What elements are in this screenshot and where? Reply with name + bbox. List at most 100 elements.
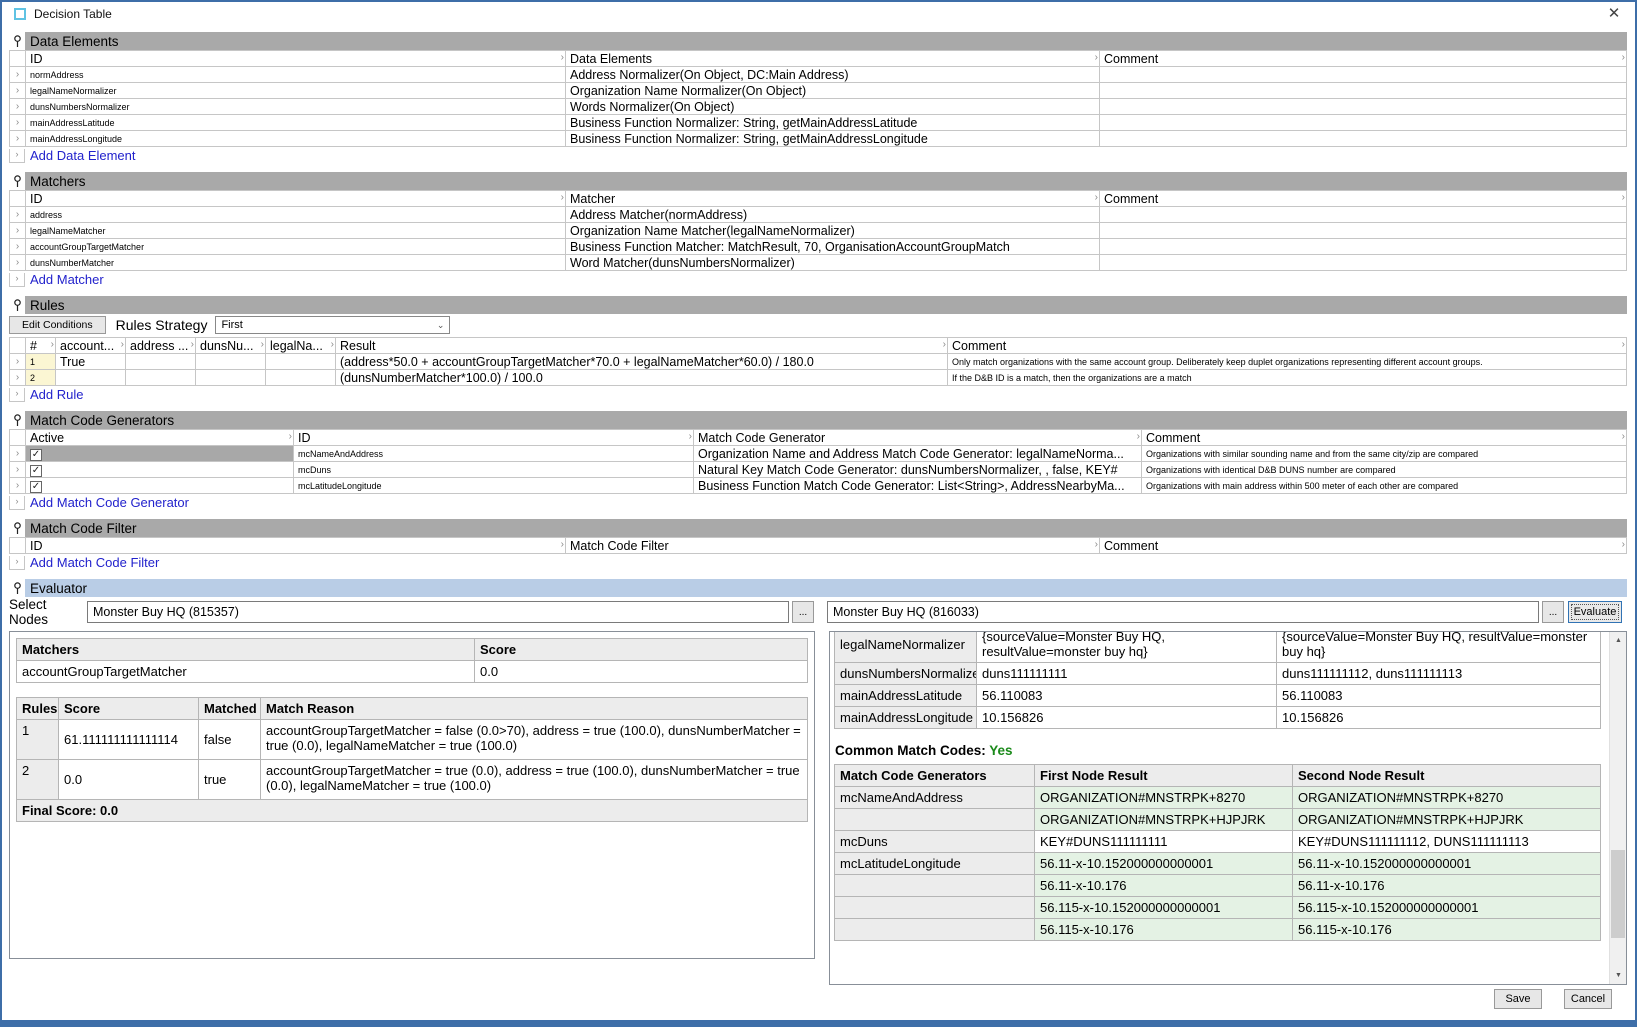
browse-first-node-button[interactable]: ... [792, 601, 814, 623]
cell-comment[interactable] [1100, 67, 1627, 83]
cell-value[interactable]: Address Normalizer(On Object, DC:Main Ad… [566, 67, 1100, 83]
cell-comment[interactable] [1100, 83, 1627, 99]
row-expander-icon[interactable] [10, 67, 26, 83]
cell-result[interactable]: (dunsNumberMatcher*100.0) / 100.0 [336, 370, 948, 386]
cell-id[interactable]: dunsNumberMatcher [26, 255, 566, 271]
row-expander-icon[interactable] [10, 462, 26, 478]
row-expander-icon[interactable] [10, 354, 26, 370]
cell-value[interactable]: Organization Name Normalizer(On Object) [566, 83, 1100, 99]
cell-comment[interactable]: If the D&B ID is a match, then the organ… [948, 370, 1627, 386]
rules-strategy-dropdown[interactable]: First ⌄ [215, 316, 450, 334]
add-match-code-filter-link[interactable]: Add Match Code Filter [30, 555, 159, 570]
col-header-comment[interactable]: Comment› [948, 338, 1627, 354]
col-header-id[interactable]: ID› [26, 191, 566, 207]
col-header-comment[interactable]: Comment› [1100, 538, 1627, 554]
col-header-comment[interactable]: Comment› [1142, 430, 1627, 446]
cell-value[interactable]: Words Normalizer(On Object) [566, 99, 1100, 115]
col-header-comment[interactable]: Comment› [1100, 51, 1627, 67]
cell-comment[interactable]: Organizations with main address within 5… [1142, 478, 1627, 494]
close-icon[interactable]: ✕ [1603, 3, 1625, 25]
active-checkbox[interactable] [30, 449, 42, 461]
scroll-up-icon[interactable]: ▲ [1610, 632, 1627, 649]
row-expander-icon[interactable] [10, 83, 26, 99]
cell-duns[interactable] [196, 370, 266, 386]
cell-value[interactable]: Word Matcher(dunsNumbersNormalizer) [566, 255, 1100, 271]
cell-value[interactable]: Business Function Normalizer: String, ge… [566, 131, 1100, 147]
matchers-header[interactable]: Matchers [9, 172, 1627, 190]
col-header-num[interactable]: #› [26, 338, 56, 354]
edit-conditions-button[interactable]: Edit Conditions [9, 316, 106, 334]
cell-legal[interactable] [266, 354, 336, 370]
cell-id[interactable]: accountGroupTargetMatcher [26, 239, 566, 255]
scroll-down-icon[interactable]: ▼ [1610, 967, 1627, 984]
col-header-active[interactable]: Active› [26, 430, 294, 446]
match-code-generators-header[interactable]: Match Code Generators [9, 411, 1627, 429]
cell-account[interactable]: True [56, 354, 126, 370]
row-expander-icon[interactable] [10, 131, 26, 147]
row-expander-icon[interactable] [10, 99, 26, 115]
cell-comment[interactable] [1100, 223, 1627, 239]
cell-comment[interactable]: Organizations with identical D&B DUNS nu… [1142, 462, 1627, 478]
row-expander-icon[interactable] [10, 478, 26, 494]
active-checkbox[interactable] [30, 481, 42, 493]
row-expander-icon[interactable] [10, 370, 26, 386]
cancel-button[interactable]: Cancel [1564, 989, 1612, 1009]
col-header-id[interactable]: ID› [294, 430, 694, 446]
cell-value[interactable]: Business Function Match Code Generator: … [694, 478, 1142, 494]
cell-active[interactable] [26, 462, 294, 478]
cell-rule-number[interactable]: 2 [26, 370, 56, 386]
cell-comment[interactable] [1100, 99, 1627, 115]
cell-id[interactable]: normAddress [26, 67, 566, 83]
cell-active-selected[interactable] [26, 446, 294, 462]
data-elements-header[interactable]: Data Elements [9, 32, 1627, 50]
cell-address[interactable] [126, 354, 196, 370]
add-match-code-generator-link[interactable]: Add Match Code Generator [30, 495, 189, 510]
row-expander-icon[interactable] [10, 223, 26, 239]
row-expander-icon[interactable] [10, 446, 26, 462]
col-header-value[interactable]: Data Elements› [566, 51, 1100, 67]
cell-id[interactable]: mcLatitudeLongitude [294, 478, 694, 494]
cell-rule-number[interactable]: 1 [26, 354, 56, 370]
col-header-matcher[interactable]: Matcher› [566, 191, 1100, 207]
col-header-address[interactable]: address ...› [126, 338, 196, 354]
col-header-legal[interactable]: legalNa...› [266, 338, 336, 354]
cell-result[interactable]: (address*50.0 + accountGroupTargetMatche… [336, 354, 948, 370]
cell-id[interactable]: mainAddressLatitude [26, 115, 566, 131]
second-node-input[interactable] [827, 601, 1539, 623]
cell-id[interactable]: address [26, 207, 566, 223]
col-header-id[interactable]: ID› [26, 538, 566, 554]
first-node-input[interactable] [87, 601, 789, 623]
evaluator-header[interactable]: Evaluator [9, 579, 1627, 597]
cell-value[interactable]: Natural Key Match Code Generator: dunsNu… [694, 462, 1142, 478]
col-header-filter[interactable]: Match Code Filter› [566, 538, 1100, 554]
cell-comment[interactable]: Only match organizations with the same a… [948, 354, 1627, 370]
cell-id[interactable]: legalNameNormalizer [26, 83, 566, 99]
cell-comment[interactable] [1100, 239, 1627, 255]
rules-header[interactable]: Rules [9, 296, 1627, 314]
cell-legal[interactable] [266, 370, 336, 386]
add-rule-link[interactable]: Add Rule [30, 387, 83, 402]
vertical-scrollbar[interactable]: ▲ ▼ [1609, 632, 1626, 984]
col-header-comment[interactable]: Comment› [1100, 191, 1627, 207]
cell-comment[interactable] [1100, 131, 1627, 147]
save-button[interactable]: Save [1494, 989, 1542, 1009]
cell-active[interactable] [26, 478, 294, 494]
col-header-result[interactable]: Result› [336, 338, 948, 354]
row-expander-icon[interactable] [10, 207, 26, 223]
cell-value[interactable]: Organization Name Matcher(legalNameNorma… [566, 223, 1100, 239]
active-checkbox[interactable] [30, 465, 42, 477]
row-expander-icon[interactable] [10, 239, 26, 255]
row-expander-icon[interactable] [10, 115, 26, 131]
cell-comment[interactable]: Organizations with similar sounding name… [1142, 446, 1627, 462]
row-expander-icon[interactable] [10, 255, 26, 271]
cell-value[interactable]: Business Function Normalizer: String, ge… [566, 115, 1100, 131]
scrollbar-thumb[interactable] [1611, 850, 1625, 938]
col-header-account[interactable]: account...› [56, 338, 126, 354]
match-code-filter-header[interactable]: Match Code Filter [9, 519, 1627, 537]
cell-id[interactable]: mcDuns [294, 462, 694, 478]
cell-id[interactable]: mcNameAndAddress [294, 446, 694, 462]
cell-value[interactable]: Business Function Matcher: MatchResult, … [566, 239, 1100, 255]
add-matcher-link[interactable]: Add Matcher [30, 272, 104, 287]
cell-id[interactable]: legalNameMatcher [26, 223, 566, 239]
cell-comment[interactable] [1100, 255, 1627, 271]
